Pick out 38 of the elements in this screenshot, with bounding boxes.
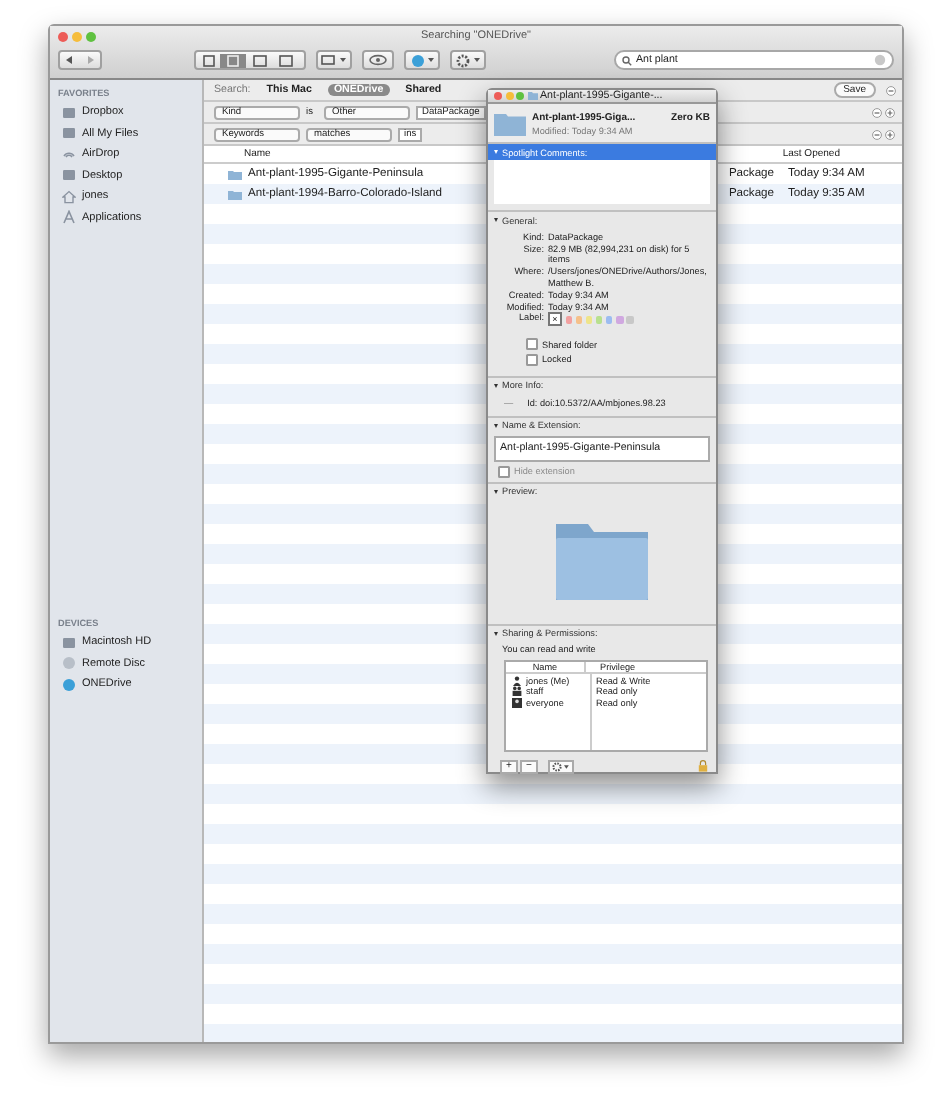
comments-field[interactable] (494, 160, 710, 204)
criterion-buttons[interactable] (872, 107, 896, 117)
label-swatch[interactable] (595, 316, 603, 324)
apps-icon (62, 210, 76, 225)
view-mode-buttons[interactable] (194, 50, 306, 70)
folder-preview-icon (552, 519, 652, 600)
remove-criterion-icon[interactable] (886, 85, 896, 95)
share-button[interactable] (404, 50, 440, 70)
house-icon (62, 189, 76, 204)
minimize-button[interactable] (72, 31, 82, 41)
label-swatch[interactable] (626, 316, 634, 324)
action-button[interactable] (450, 50, 486, 70)
search-icon (622, 55, 632, 65)
airdrop-icon (62, 147, 76, 162)
back-forward-buttons[interactable] (58, 50, 102, 70)
criterion-buttons[interactable] (872, 129, 896, 139)
disc-icon (62, 656, 76, 671)
zoom-button[interactable] (86, 31, 96, 41)
folder-icon (494, 112, 526, 136)
desktop-icon (62, 168, 76, 183)
quick-look-button[interactable] (362, 50, 394, 70)
checkbox[interactable] (526, 353, 538, 366)
everyone-icon (512, 697, 522, 708)
close-button[interactable] (58, 31, 68, 41)
checkbox[interactable] (526, 338, 538, 351)
user-icon (512, 675, 522, 686)
label-swatch[interactable] (616, 316, 624, 324)
label-swatch[interactable] (565, 316, 573, 324)
label-swatch[interactable] (585, 316, 593, 324)
arrange-button[interactable] (316, 50, 352, 70)
action-button[interactable] (548, 759, 574, 774)
globe-icon (62, 677, 76, 692)
label-swatch[interactable] (605, 316, 613, 324)
label-swatch[interactable] (575, 316, 583, 324)
group-icon (512, 686, 522, 697)
lock-icon[interactable] (698, 760, 708, 773)
box-icon (62, 105, 76, 120)
clear-icon[interactable] (874, 54, 886, 66)
